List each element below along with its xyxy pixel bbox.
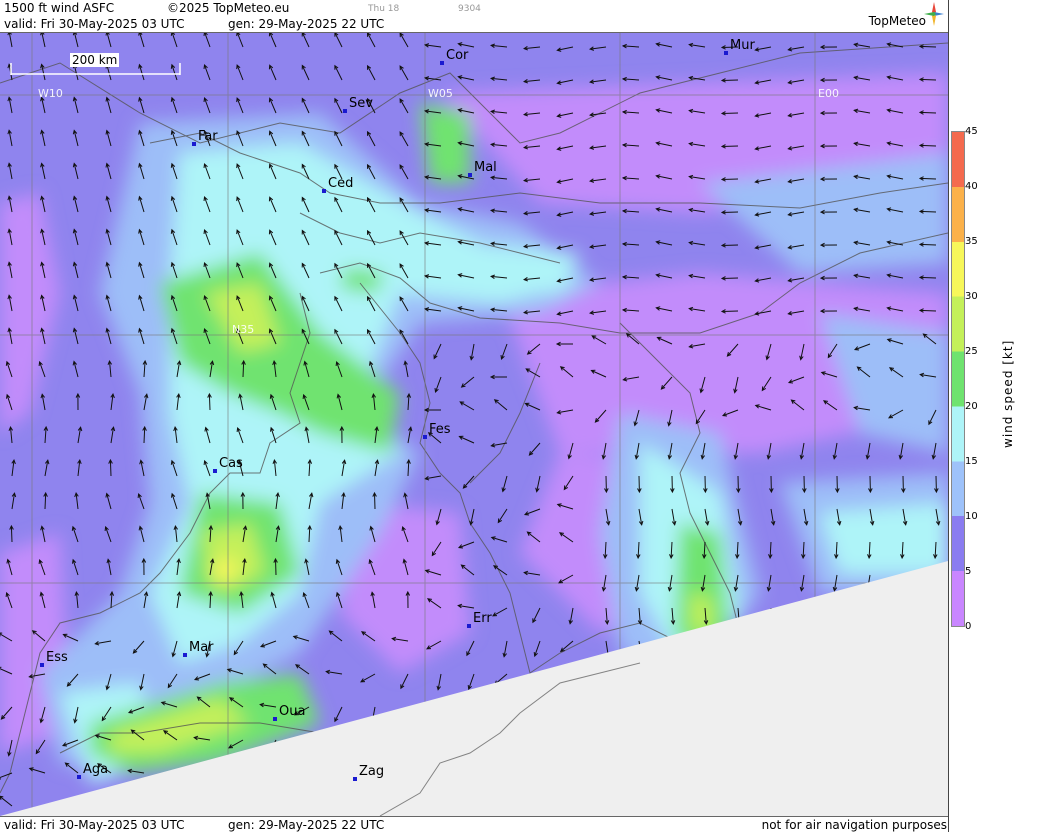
legend-tick-label: 40	[965, 181, 978, 192]
scale-label: 200 km	[70, 53, 120, 67]
city-zag[interactable]: Zag	[353, 764, 384, 781]
legend-tick-label: 20	[965, 401, 978, 412]
city-ess[interactable]: Ess	[40, 650, 68, 667]
legend-title: wind speed [kt]	[1001, 339, 1015, 448]
city-mur[interactable]: Mur	[724, 38, 755, 55]
grid-label-n35: N35	[232, 323, 255, 336]
product-title: 1500 ft wind ASFC	[4, 1, 115, 15]
legend-tick-label: 25	[965, 346, 978, 357]
city-ced[interactable]: Ced	[322, 176, 353, 193]
topmeteo-logo-text[interactable]: TopMeteo	[869, 14, 926, 28]
wind-map[interactable]: 200 km W10 W05 E00 N35 Cor Mur Sev Far M…	[0, 33, 948, 816]
grid-label-w05: W05	[428, 87, 453, 100]
city-cor[interactable]: Cor	[440, 48, 468, 65]
grid-label-e00: E00	[818, 87, 839, 100]
city-aga[interactable]: Aga	[77, 762, 108, 779]
copyright: ©2025 TopMeteo.eu	[167, 1, 290, 15]
footer-valid-time: valid: Fri 30-May-2025 03 UTC	[4, 818, 185, 832]
city-fes[interactable]: Fes	[423, 422, 451, 439]
legend-tick-label: 45	[965, 126, 978, 137]
disclaimer: not for air navigation purposes	[761, 818, 947, 832]
legend-tick-label: 30	[965, 291, 978, 302]
header-small-label: Thu 18	[368, 4, 400, 14]
city-sev[interactable]: Sev	[343, 96, 373, 113]
legend-tick-label: 5	[965, 566, 972, 577]
valid-time: valid: Fri 30-May-2025 03 UTC	[4, 17, 185, 31]
city-far[interactable]: Far	[192, 129, 218, 146]
header-small-code: 9304	[458, 4, 481, 14]
city-mal[interactable]: Mal	[468, 160, 497, 177]
color-legend: 45 40 35 30 25 20 15 10 5 0 wind speed [kt]	[948, 0, 1039, 832]
legend-tick-label: 15	[965, 456, 978, 467]
map-header: 1500 ft wind ASFC ©2025 TopMeteo.eu vali…	[0, 0, 948, 33]
generated-time: gen: 29-May-2025 22 UTC	[228, 17, 385, 31]
grid-label-w10: W10	[38, 87, 63, 100]
legend-color-bar	[951, 131, 965, 627]
map-footer: valid: Fri 30-May-2025 03 UTC gen: 29-Ma…	[0, 816, 948, 833]
legend-tick-label: 0	[965, 621, 972, 632]
city-err[interactable]: Err	[467, 611, 492, 628]
city-mar[interactable]: Mar	[183, 640, 214, 657]
legend-tick-label: 35	[965, 236, 978, 247]
city-oua[interactable]: Oua	[273, 704, 305, 721]
wind-field	[0, 33, 948, 816]
city-cas[interactable]: Cas	[213, 456, 243, 473]
legend-tick-label: 10	[965, 511, 978, 522]
scale-bar: 200 km	[10, 53, 181, 75]
compass-logo-icon	[924, 2, 944, 26]
footer-generated-time: gen: 29-May-2025 22 UTC	[228, 818, 385, 832]
